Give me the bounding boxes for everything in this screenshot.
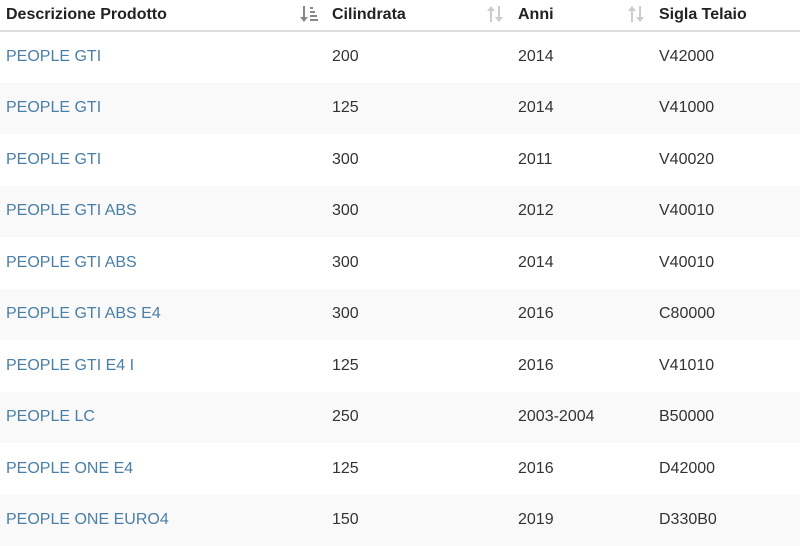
- table-body: PEOPLE GTI 200 2014 V42000 PEOPLE GTI 12…: [0, 31, 800, 546]
- cell-cilindrata: 125: [326, 83, 512, 135]
- product-link[interactable]: PEOPLE GTI ABS: [6, 254, 137, 271]
- products-table: Descrizione Prodotto Cilindrata: [0, 0, 800, 546]
- column-header-sigla[interactable]: Sigla Telaio: [653, 0, 800, 31]
- table-header: Descrizione Prodotto Cilindrata: [0, 0, 800, 31]
- cell-descrizione: PEOPLE GTI: [0, 83, 326, 135]
- product-link[interactable]: PEOPLE ONE E4: [6, 460, 133, 477]
- header-row: Descrizione Prodotto Cilindrata: [0, 0, 800, 31]
- cell-anni: 2016: [512, 340, 653, 392]
- cell-sigla: D330B0: [653, 495, 800, 546]
- cell-cilindrata: 300: [326, 289, 512, 341]
- column-header-label: Descrizione Prodotto: [6, 6, 167, 23]
- cell-sigla: V41010: [653, 340, 800, 392]
- cell-anni: 2019: [512, 495, 653, 546]
- table-row: PEOPLE GTI ABS 300 2014 V40010: [0, 237, 800, 289]
- product-link[interactable]: PEOPLE GTI: [6, 151, 101, 168]
- cell-descrizione: PEOPLE GTI E4 I: [0, 340, 326, 392]
- cell-sigla: V40020: [653, 134, 800, 186]
- table-row: PEOPLE ONE EURO4 150 2019 D330B0: [0, 495, 800, 546]
- column-header-label: Anni: [518, 6, 554, 23]
- cell-anni: 2016: [512, 289, 653, 341]
- cell-anni: 2014: [512, 237, 653, 289]
- cell-descrizione: PEOPLE LC: [0, 392, 326, 444]
- table-row: PEOPLE GTI ABS E4 300 2016 C80000: [0, 289, 800, 341]
- cell-cilindrata: 300: [326, 134, 512, 186]
- cell-sigla: V40010: [653, 237, 800, 289]
- cell-anni: 2011: [512, 134, 653, 186]
- cell-anni: 2003-2004: [512, 392, 653, 444]
- table-row: PEOPLE GTI 125 2014 V41000: [0, 83, 800, 135]
- product-link[interactable]: PEOPLE ONE EURO4: [6, 511, 169, 528]
- column-header-label: Sigla Telaio: [659, 6, 747, 23]
- cell-anni: 2014: [512, 83, 653, 135]
- column-header-descrizione[interactable]: Descrizione Prodotto: [0, 0, 326, 31]
- column-header-label: Cilindrata: [332, 6, 406, 23]
- table-row: PEOPLE GTI 300 2011 V40020: [0, 134, 800, 186]
- cell-cilindrata: 300: [326, 237, 512, 289]
- product-link[interactable]: PEOPLE GTI: [6, 99, 101, 116]
- column-header-anni[interactable]: Anni: [512, 0, 653, 31]
- cell-anni: 2016: [512, 443, 653, 495]
- column-header-cilindrata[interactable]: Cilindrata: [326, 0, 512, 31]
- cell-descrizione: PEOPLE GTI: [0, 31, 326, 83]
- cell-sigla: V42000: [653, 31, 800, 83]
- product-link[interactable]: PEOPLE LC: [6, 408, 95, 425]
- cell-anni: 2012: [512, 186, 653, 238]
- cell-descrizione: PEOPLE GTI ABS: [0, 186, 326, 238]
- table-row: PEOPLE GTI 200 2014 V42000: [0, 31, 800, 83]
- table-row: PEOPLE GTI E4 I 125 2016 V41010: [0, 340, 800, 392]
- cell-cilindrata: 125: [326, 443, 512, 495]
- cell-cilindrata: 150: [326, 495, 512, 546]
- cell-sigla: C80000: [653, 289, 800, 341]
- product-link[interactable]: PEOPLE GTI: [6, 48, 101, 65]
- table-row: PEOPLE LC 250 2003-2004 B50000: [0, 392, 800, 444]
- cell-sigla: V41000: [653, 83, 800, 135]
- cell-cilindrata: 250: [326, 392, 512, 444]
- table-row: PEOPLE ONE E4 125 2016 D42000: [0, 443, 800, 495]
- sort-both-icon[interactable]: [627, 4, 645, 24]
- sort-both-icon[interactable]: [486, 4, 504, 24]
- cell-sigla: V40010: [653, 186, 800, 238]
- sort-amount-down-icon[interactable]: [300, 4, 318, 24]
- cell-descrizione: PEOPLE ONE EURO4: [0, 495, 326, 546]
- table-row: PEOPLE GTI ABS 300 2012 V40010: [0, 186, 800, 238]
- product-link[interactable]: PEOPLE GTI ABS: [6, 202, 137, 219]
- cell-cilindrata: 125: [326, 340, 512, 392]
- product-link[interactable]: PEOPLE GTI ABS E4: [6, 305, 161, 322]
- cell-sigla: B50000: [653, 392, 800, 444]
- cell-anni: 2014: [512, 31, 653, 83]
- cell-descrizione: PEOPLE ONE E4: [0, 443, 326, 495]
- product-link[interactable]: PEOPLE GTI E4 I: [6, 357, 134, 374]
- cell-descrizione: PEOPLE GTI ABS: [0, 237, 326, 289]
- cell-descrizione: PEOPLE GTI: [0, 134, 326, 186]
- cell-descrizione: PEOPLE GTI ABS E4: [0, 289, 326, 341]
- cell-sigla: D42000: [653, 443, 800, 495]
- cell-cilindrata: 200: [326, 31, 512, 83]
- cell-cilindrata: 300: [326, 186, 512, 238]
